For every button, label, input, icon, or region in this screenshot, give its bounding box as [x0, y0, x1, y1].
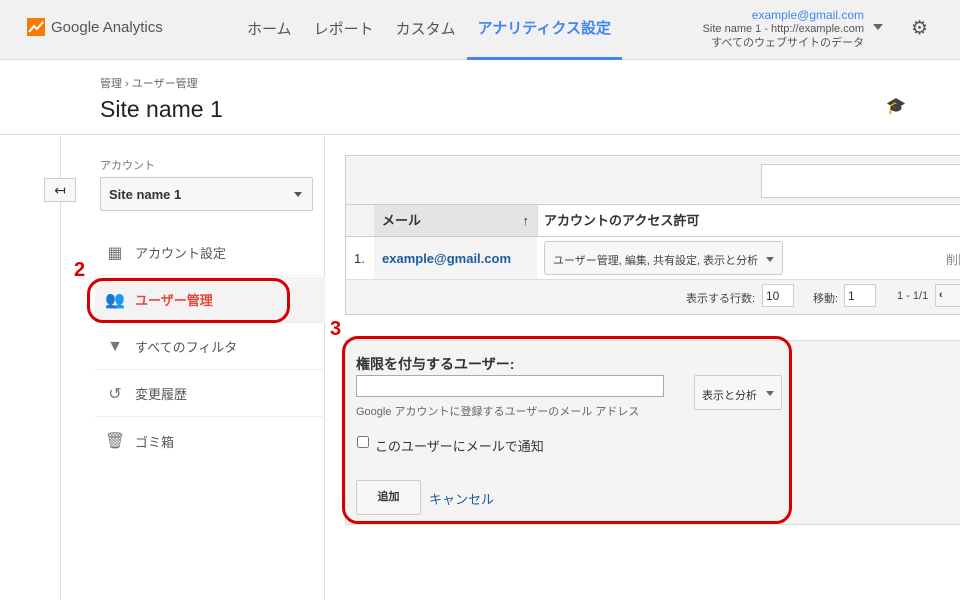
history-icon: ↺ — [108, 385, 122, 403]
filter-icon: ▼ — [107, 337, 123, 355]
nav-reports[interactable]: レポート — [303, 0, 385, 60]
page-range: 1 - 1/1 — [897, 290, 929, 302]
column-label: メール — [382, 213, 422, 228]
highlight-add-user-form — [342, 336, 792, 524]
gear-icon[interactable]: ⚙ — [911, 17, 928, 40]
top-bar: Google Analytics ホーム レポート カスタム アナリティクス設定… — [0, 0, 960, 60]
breadcrumb: 管理 › ユーザー管理 — [100, 75, 198, 91]
table-row: 1. example@gmail.com ユーザー管理, 編集, 共有設定, 表… — [346, 236, 960, 280]
rows-label: 表示する行数: — [686, 293, 756, 305]
brand-name: Google Analytics — [51, 18, 163, 36]
building-icon: ▦ — [107, 244, 123, 262]
breadcrumb-current: ユーザー管理 — [131, 78, 198, 90]
sidebar-item-label: ゴミ箱 — [135, 434, 175, 450]
highlight-user-management — [87, 278, 290, 323]
nav-admin[interactable]: アナリティクス設定 — [466, 0, 622, 60]
delete-link[interactable]: 削除 — [946, 251, 960, 268]
permissions-dropdown[interactable]: ユーザー管理, 編集, 共有設定, 表示と分析 — [544, 241, 783, 275]
search-input[interactable] — [761, 164, 960, 198]
chevron-down-icon — [766, 257, 774, 266]
step-3-label: 3 — [330, 318, 342, 340]
users-table: メール ↑ アカウントのアクセス許可 1. example@gmail.com ユ… — [345, 155, 960, 315]
step-2-label: 2 — [74, 259, 86, 281]
nav-custom[interactable]: カスタム — [385, 0, 467, 60]
account-label: アカウント — [100, 160, 155, 172]
back-arrow-icon[interactable]: ↤ — [44, 178, 76, 202]
main-nav: ホーム レポート カスタム アナリティクス設定 — [236, 0, 622, 60]
account-view: すべてのウェブサイトのデータ — [711, 37, 864, 49]
user-email-link[interactable]: example@gmail.com — [374, 237, 537, 279]
rows-per-page-input[interactable]: 10 — [762, 284, 794, 307]
account-dropdown[interactable]: Site name 1 — [100, 177, 313, 211]
permissions-value: ユーザー管理, 編集, 共有設定, 表示と分析 — [553, 255, 759, 267]
column-header-permissions: アカウントのアクセス許可 — [537, 204, 960, 236]
sidebar-item-account-settings[interactable]: ▦ アカウント設定 — [95, 230, 325, 276]
sidebar-item-history[interactable]: ↺ 変更履歴 — [95, 371, 325, 417]
sort-arrow-up-icon: ↑ — [522, 213, 530, 228]
sidebar-item-label: すべてのフィルタ — [135, 340, 238, 355]
sidebar-item-trash[interactable]: 🗑 ゴミ箱 — [95, 418, 325, 464]
goto-label: 移動: — [813, 293, 839, 305]
sidebar-item-label: 変更履歴 — [135, 387, 188, 402]
account-selector[interactable]: example@gmail.com Site name 1 - http://e… — [703, 8, 864, 50]
account-email: example@gmail.com — [751, 8, 864, 22]
goto-page-input[interactable]: 1 — [844, 284, 876, 307]
breadcrumb-root[interactable]: 管理 — [100, 78, 122, 90]
trash-icon: 🗑 — [104, 433, 126, 450]
column-header-email[interactable]: メール ↑ — [374, 204, 537, 236]
page-header: 管理 › ユーザー管理 Site name 1 🎓 — [0, 60, 960, 135]
account-property: Site name 1 - http://example.com — [702, 23, 864, 35]
sidebar-item-filters[interactable]: ▼ すべてのフィルタ — [95, 324, 325, 370]
sidebar-item-label: アカウント設定 — [135, 246, 227, 261]
page-title: Site name 1 — [100, 96, 223, 122]
graduation-cap-icon[interactable]: 🎓 — [886, 96, 906, 116]
chevron-down-icon[interactable] — [873, 24, 883, 35]
index-header — [346, 204, 374, 236]
prev-page-button[interactable]: ‹ — [935, 284, 960, 307]
breadcrumb-separator: › — [125, 78, 129, 90]
row-index: 1. — [354, 251, 365, 266]
logo[interactable]: Google Analytics — [27, 18, 163, 36]
analytics-logo-icon — [27, 18, 45, 36]
nav-home[interactable]: ホーム — [236, 0, 303, 60]
